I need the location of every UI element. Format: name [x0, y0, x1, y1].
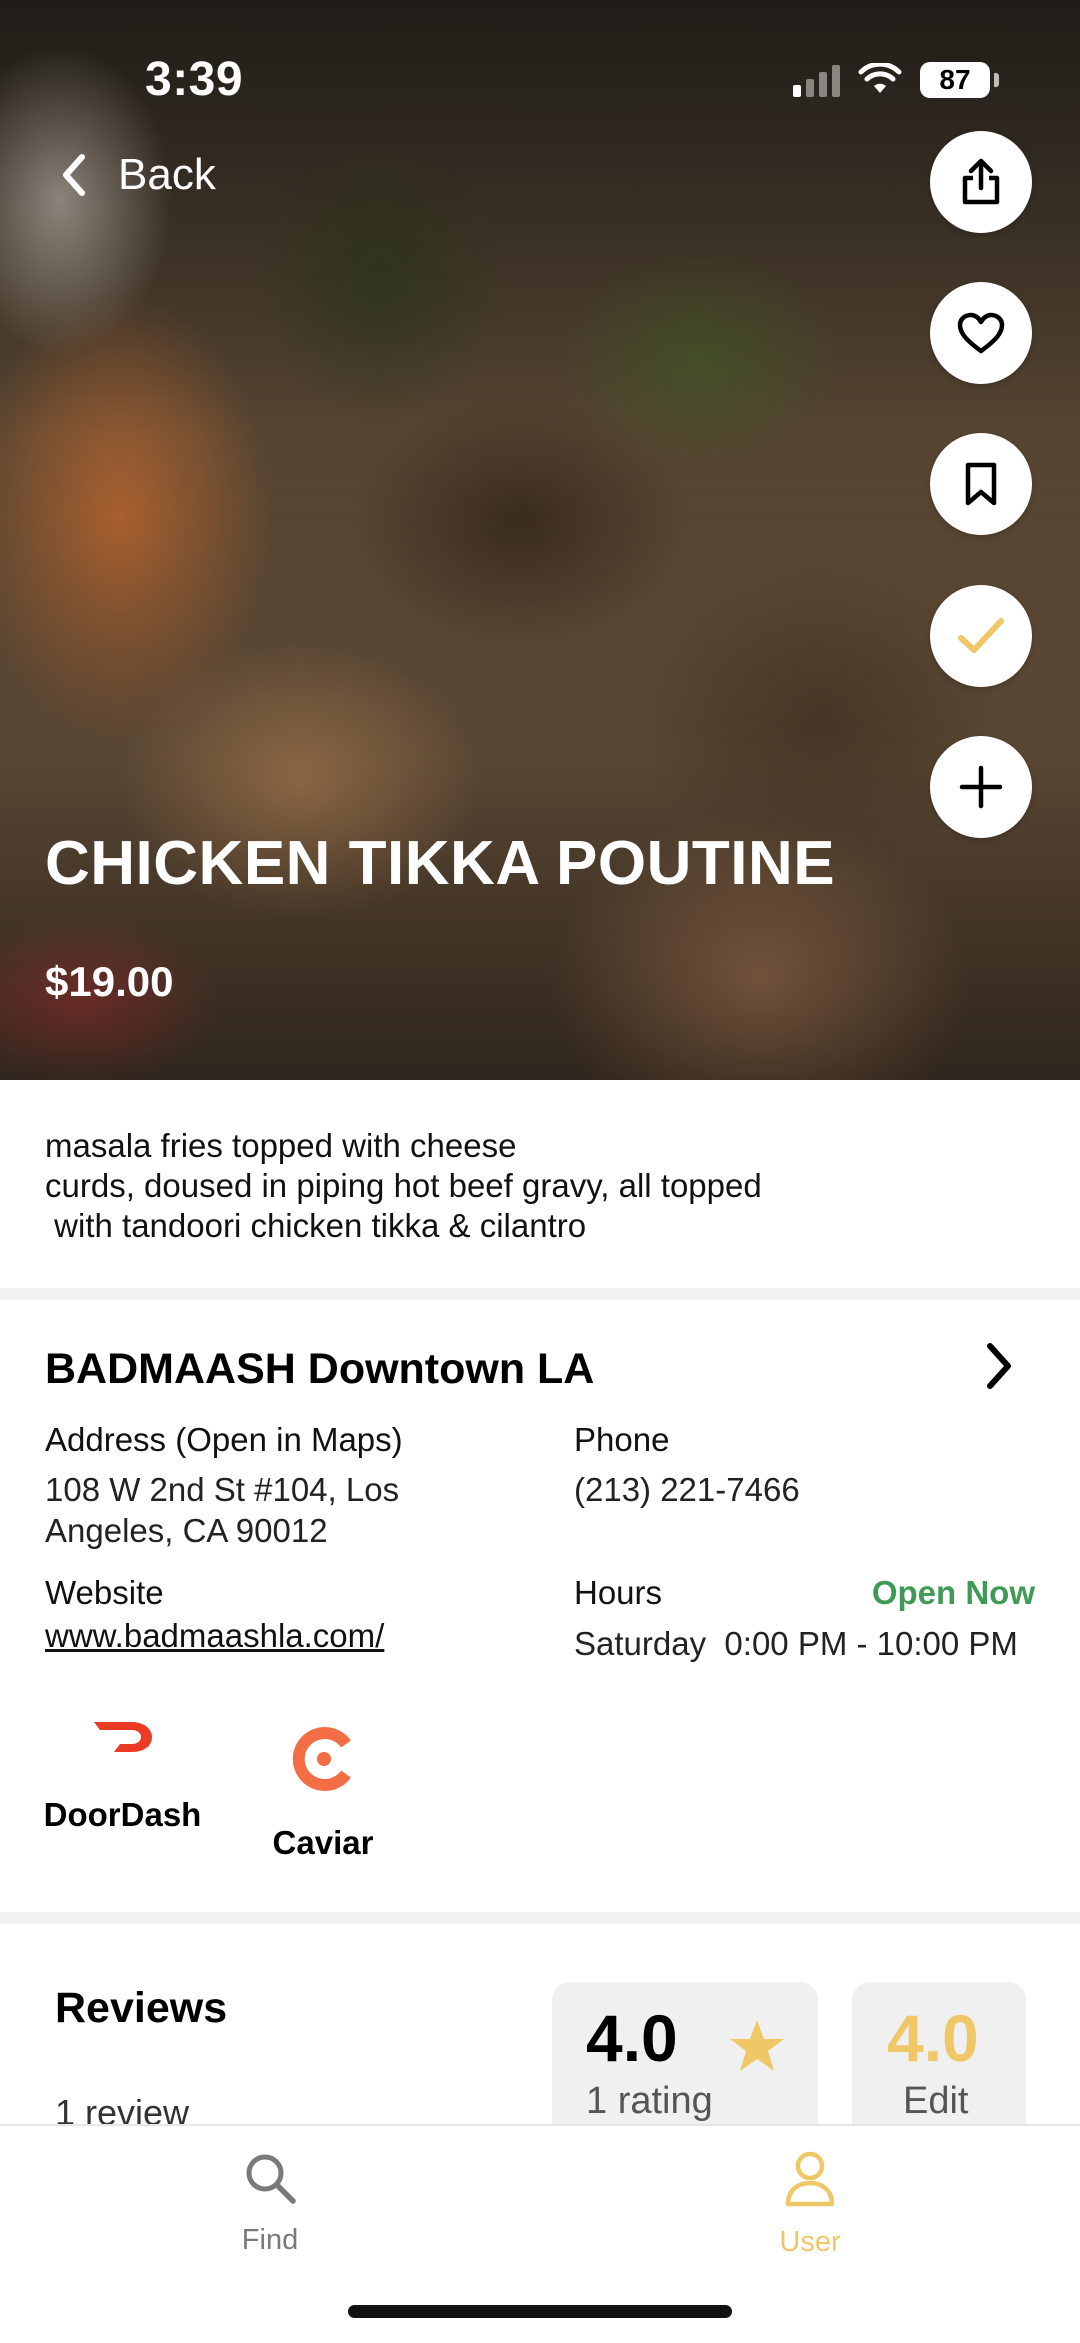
caviar-icon	[292, 1727, 351, 1791]
hours-label: Hours	[574, 1574, 663, 1611]
dish-name: CHICKEN TIKKA POUTINE	[45, 829, 836, 898]
open-status-badge: Open Now	[871, 1574, 1035, 1611]
caviar-label: Caviar	[272, 1824, 374, 1861]
chevron-left-icon	[63, 154, 85, 196]
section-divider	[0, 1288, 1080, 1300]
section-divider	[0, 1912, 1080, 1924]
wifi-icon	[858, 63, 902, 93]
phone-label: Phone	[574, 1421, 670, 1458]
doordash-button[interactable]: DoorDash	[43, 1718, 202, 1834]
tab-find[interactable]: Find	[170, 2150, 370, 2257]
address-value[interactable]: 108 W 2nd St #104, Los Angeles, CA 90012	[45, 1469, 399, 1551]
restaurant-details-button[interactable]	[984, 1342, 1014, 1395]
favorite-button[interactable]	[930, 282, 1032, 384]
caviar-button[interactable]: Caviar	[268, 1726, 378, 1862]
share-icon	[962, 158, 1000, 205]
mark-tried-button[interactable]	[930, 585, 1032, 687]
user-icon	[785, 2151, 835, 2207]
search-icon	[246, 2154, 296, 2204]
website-label: Website	[45, 1574, 164, 1611]
plus-icon	[959, 765, 1003, 809]
star-icon	[730, 2020, 784, 2071]
cellular-signal-icon	[793, 63, 840, 97]
battery-indicator: 87	[920, 62, 999, 98]
average-rating-card: 4.0 1 rating	[552, 1982, 818, 2142]
my-rating-value: 4.0	[887, 2001, 979, 2075]
home-indicator	[348, 2305, 732, 2318]
phone-value[interactable]: (213) 221-7466	[574, 1469, 800, 1510]
share-button[interactable]	[930, 131, 1032, 233]
hours-value: Saturday 0:00 PM - 10:00 PM	[574, 1625, 1018, 1662]
status-icons: 87	[793, 58, 999, 102]
tab-user-label: User	[779, 2226, 841, 2258]
restaurant-name[interactable]: BADMAASH Downtown LA	[45, 1345, 594, 1394]
heart-icon	[957, 312, 1005, 354]
bookmark-button[interactable]	[930, 433, 1032, 535]
reviews-title: Reviews	[55, 1984, 228, 2032]
back-button[interactable]: Back	[60, 150, 216, 200]
ratings-count: 1 rating	[586, 2080, 713, 2122]
address-label[interactable]: Address (Open in Maps)	[45, 1421, 403, 1459]
website-link[interactable]: www.badmaashla.com/	[45, 1615, 384, 1656]
average-rating-value: 4.0	[586, 2001, 678, 2075]
tab-user[interactable]: User	[710, 2150, 910, 2259]
status-time: 3:39	[145, 53, 244, 106]
add-button[interactable]	[930, 736, 1032, 838]
back-label: Back	[118, 150, 216, 199]
dish-description: masala fries topped with cheese curds, d…	[45, 1127, 762, 1244]
doordash-label: DoorDash	[43, 1796, 202, 1833]
tab-find-label: Find	[241, 2224, 299, 2256]
check-icon	[958, 618, 1004, 653]
chevron-right-icon	[987, 1343, 1011, 1389]
edit-rating-label: Edit	[903, 2080, 969, 2122]
bookmark-icon	[965, 462, 997, 506]
my-rating-card[interactable]: 4.0 Edit	[852, 1982, 1026, 2142]
dish-price: $19.00	[45, 958, 174, 1005]
doordash-icon	[93, 1722, 152, 1752]
